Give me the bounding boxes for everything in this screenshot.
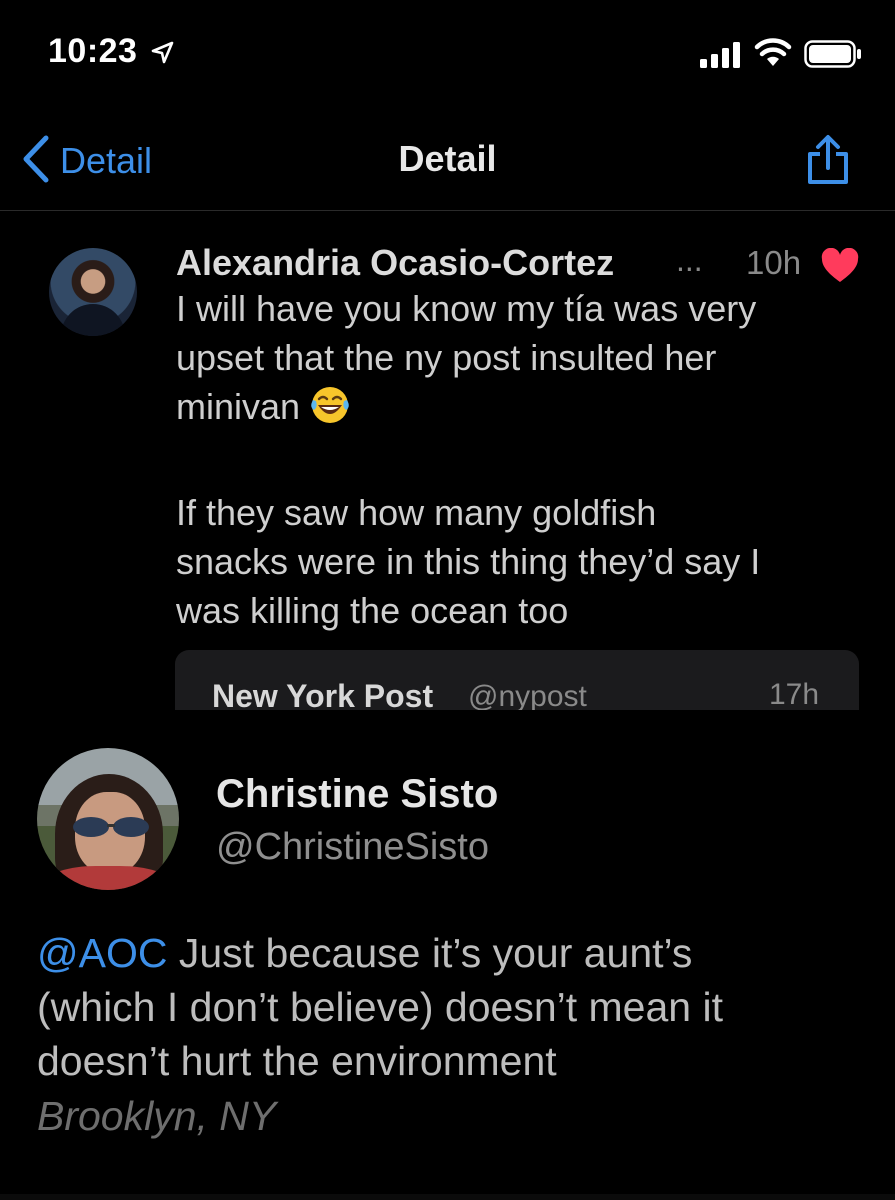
quoted-timestamp: 17h xyxy=(769,678,820,710)
tweet-line: upset that the ny post insulted her xyxy=(176,337,717,378)
laughing-tears-emoji xyxy=(308,383,352,439)
reply-line: @AOC Just because it’s your aunt’s xyxy=(37,926,867,980)
tweet-timestamp: 10h xyxy=(746,244,802,281)
tweet-line: was killing the ocean too xyxy=(176,590,569,631)
tweet-line-text: minivan xyxy=(176,386,301,427)
avatar-shoulders xyxy=(61,304,125,336)
share-icon xyxy=(800,135,856,192)
cellular-signal-icon xyxy=(700,42,744,73)
battery-icon xyxy=(804,40,862,73)
author-name[interactable]: Alexandria Ocasio-Cortez xyxy=(176,242,614,284)
page-title: Detail xyxy=(398,138,497,179)
reply-author-handle[interactable]: @ChristineSisto xyxy=(216,826,489,869)
reply-text: @AOC Just because it’s your aunt’s (whic… xyxy=(37,926,867,1088)
navigation-bar: Detail Detail xyxy=(0,110,895,211)
status-time: 10:23 xyxy=(48,32,138,70)
tweet-line: snacks were in this thing they’d say I xyxy=(176,541,761,582)
tweet-header: Alexandria Ocasio-Cortez ... 10h xyxy=(176,238,866,288)
reply-location: Brooklyn, NY xyxy=(37,1093,277,1139)
quoted-author-name: New York Post xyxy=(212,678,434,710)
quoted-tweet-card[interactable]: New York Post @nypost 17h xyxy=(175,650,859,710)
location-arrow-icon xyxy=(150,40,176,71)
heart-icon[interactable] xyxy=(820,247,860,289)
share-button[interactable] xyxy=(800,132,856,193)
reply-author-name[interactable]: Christine Sisto xyxy=(216,772,498,817)
tweet-line: I will have you know my tía was very xyxy=(176,288,757,329)
tweet-line: If they saw how many goldfish xyxy=(176,492,657,533)
tweet-line: minivan xyxy=(176,382,856,439)
status-bar: 10:23 xyxy=(0,0,895,110)
mention-link[interactable]: @AOC xyxy=(37,930,167,976)
name-truncation: ... xyxy=(676,242,703,278)
tweet-text: I will have you know my tía was very ups… xyxy=(176,284,856,635)
sunglasses-icon xyxy=(69,816,153,838)
reply-tweet: Christine Sisto @ChristineSisto @AOC Jus… xyxy=(0,730,895,1200)
bottom-divider xyxy=(0,1194,895,1200)
reply-line: (which I don’t believe) doesn’t mean it xyxy=(37,984,723,1030)
wifi-icon xyxy=(754,38,792,73)
avatar-shirt xyxy=(47,866,169,890)
reply-line-text: Just because it’s your aunt’s xyxy=(167,930,693,976)
reply-line: doesn’t hurt the environment xyxy=(37,1038,557,1084)
avatar[interactable] xyxy=(49,248,137,336)
avatar[interactable] xyxy=(37,748,179,890)
tweet[interactable]: Alexandria Ocasio-Cortez ... 10h I will … xyxy=(0,212,895,710)
quoted-author-handle: @nypost xyxy=(468,680,587,710)
